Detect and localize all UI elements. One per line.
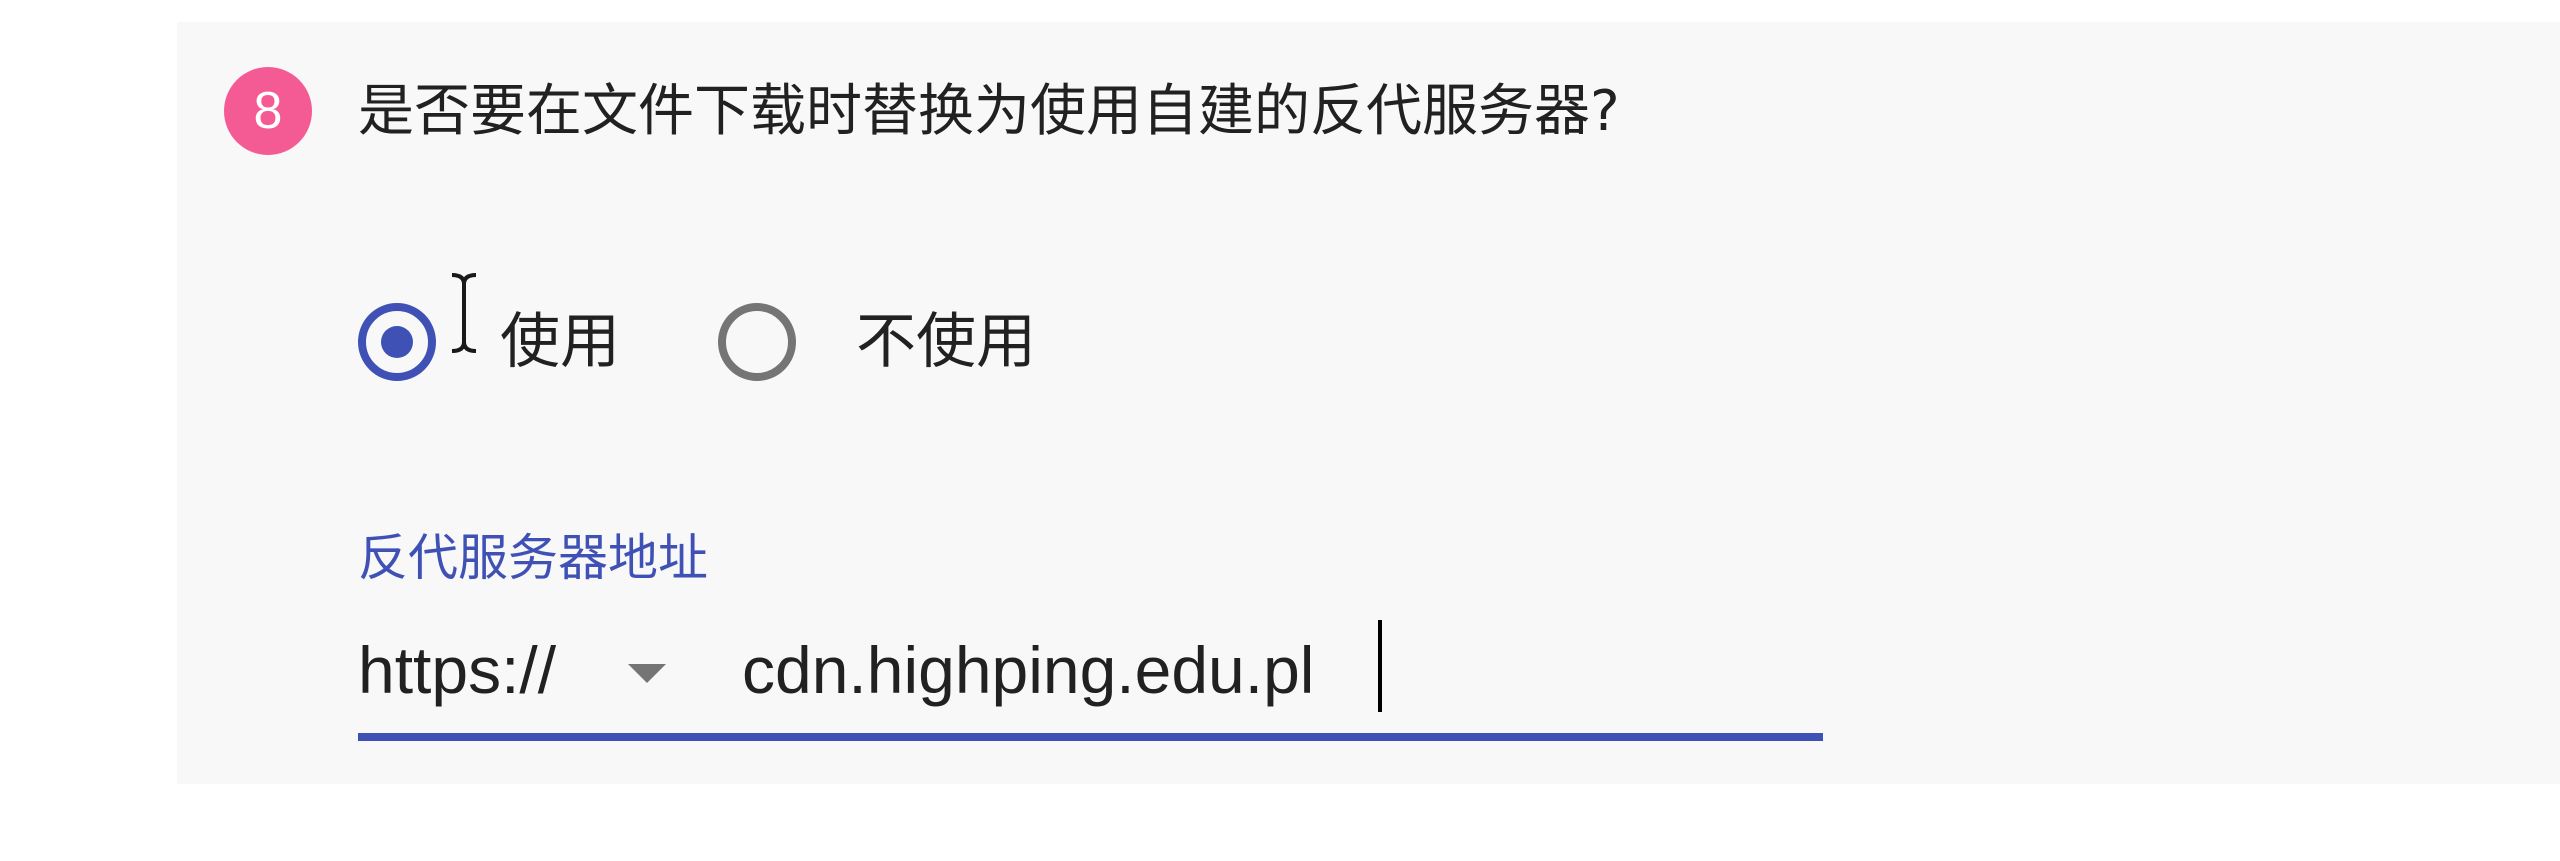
proxy-address-label: 反代服务器地址: [358, 529, 708, 587]
radio-label-use[interactable]: 使用: [500, 294, 620, 390]
proxy-address-input[interactable]: [742, 624, 1822, 716]
text-cursor-icon: [451, 273, 477, 353]
question-text: 是否要在文件下载时替换为使用自建的反代服务器?: [358, 79, 1620, 144]
radio-option-not-use[interactable]: 不使用: [718, 294, 1098, 390]
input-focus-underline: [358, 733, 1823, 741]
protocol-value[interactable]: https://: [358, 624, 556, 716]
step-number-badge: 8: [224, 67, 312, 155]
caret-down-icon[interactable]: [628, 664, 666, 683]
radio-button-checked[interactable]: [358, 303, 436, 381]
radio-button-unchecked[interactable]: [718, 303, 796, 381]
protocol-select[interactable]: https://: [358, 624, 698, 716]
radio-label-not-use[interactable]: 不使用: [856, 294, 1036, 390]
text-insertion-caret: [1378, 620, 1382, 712]
